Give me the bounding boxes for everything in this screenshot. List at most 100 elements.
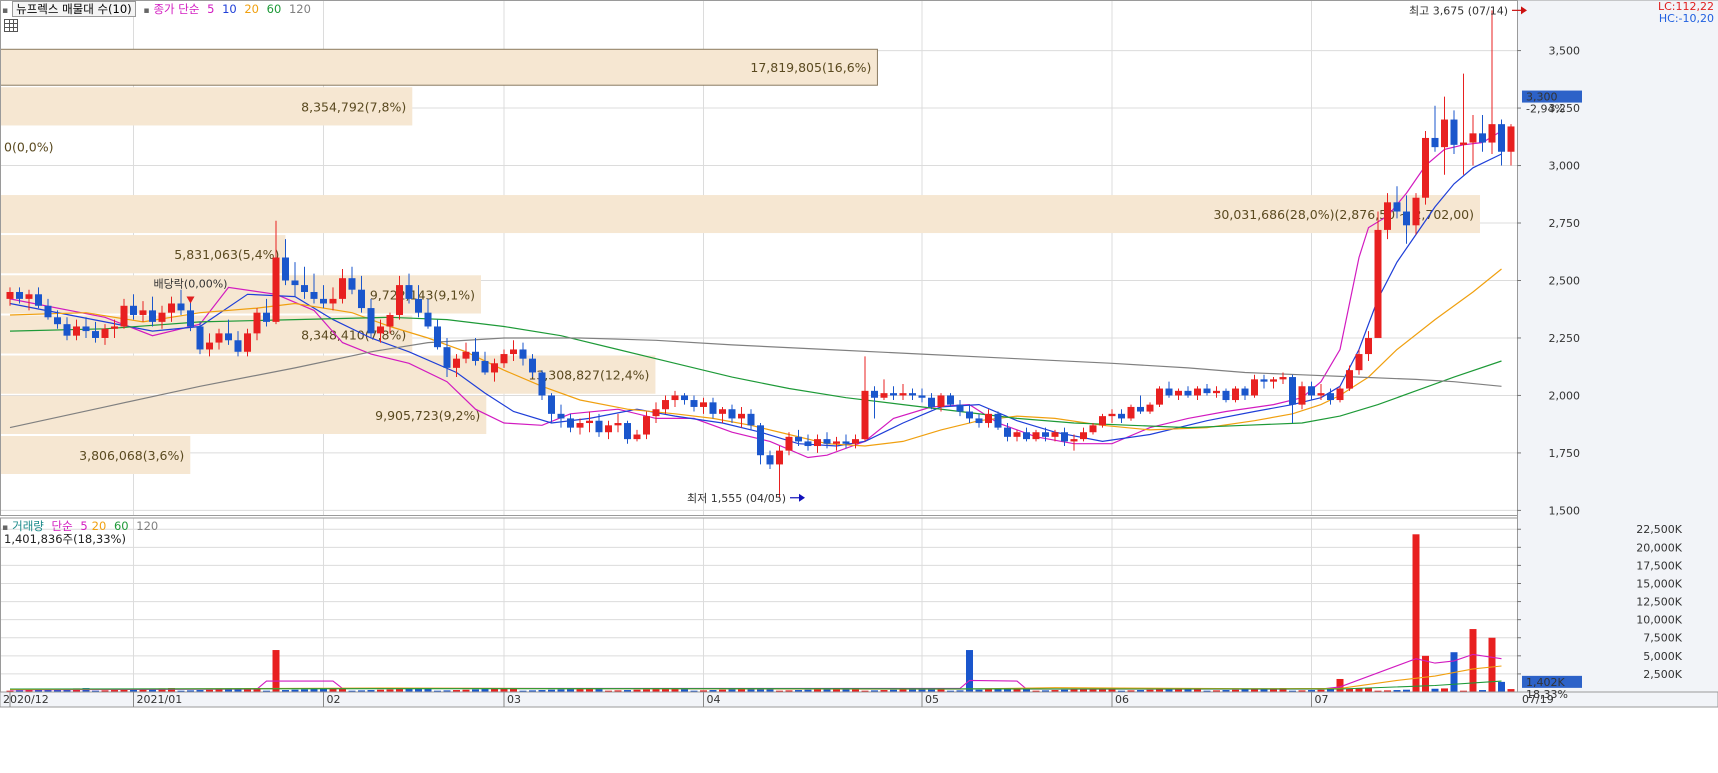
candle-body bbox=[662, 400, 669, 410]
candle-body bbox=[643, 416, 650, 435]
candle-body bbox=[956, 404, 964, 412]
candle-body bbox=[225, 333, 232, 341]
volume-moving-average-lines bbox=[9, 653, 1502, 691]
candle-body bbox=[681, 395, 688, 401]
candle-body bbox=[1051, 432, 1059, 437]
candle-body bbox=[994, 413, 1002, 428]
volume-ma-60-line bbox=[9, 680, 1502, 690]
candle-body bbox=[443, 347, 451, 368]
collapse-box-icon[interactable]: ▪ bbox=[2, 6, 8, 16]
candle-body bbox=[377, 326, 384, 334]
volume-tick-label: 17,500K bbox=[1636, 559, 1682, 572]
candle-body bbox=[652, 409, 660, 417]
indicator-title[interactable]: 뉴프렉스 매물대 수(10) bbox=[12, 1, 136, 17]
candle-body bbox=[1393, 202, 1401, 212]
candle-body bbox=[158, 312, 166, 322]
candle-body bbox=[301, 285, 308, 292]
candle-body bbox=[975, 418, 983, 424]
price-tick-label: 3,000 bbox=[1549, 160, 1581, 173]
table-icon[interactable] bbox=[4, 19, 18, 32]
candle-body bbox=[367, 308, 375, 334]
candle-body bbox=[434, 326, 441, 348]
candle-body bbox=[1298, 386, 1306, 405]
time-tick-label: 05 bbox=[925, 693, 939, 706]
candle-body bbox=[880, 393, 888, 398]
time-axis-panel bbox=[0, 691, 1718, 708]
candle-body bbox=[415, 298, 422, 313]
candle-body bbox=[215, 333, 223, 343]
candle-body bbox=[842, 441, 850, 444]
collapse-box-icon[interactable]: ▪ bbox=[143, 6, 149, 16]
candle-body bbox=[1251, 379, 1258, 396]
candle-body bbox=[329, 298, 337, 304]
ma-60-label: 60 bbox=[266, 2, 282, 16]
candle-body bbox=[177, 303, 185, 311]
candle-body bbox=[92, 331, 99, 338]
candle-body bbox=[263, 312, 270, 322]
price-tick-label: 2,750 bbox=[1549, 217, 1581, 230]
candle-body bbox=[139, 310, 147, 315]
volume-ma-5-line bbox=[9, 653, 1502, 691]
candle-body bbox=[947, 395, 954, 405]
candle-body bbox=[548, 395, 555, 414]
candle-body bbox=[576, 423, 584, 428]
candle-body bbox=[1317, 393, 1325, 396]
candle-body bbox=[291, 280, 299, 286]
candle-body bbox=[168, 303, 175, 313]
candle-body bbox=[918, 395, 926, 398]
candle-body bbox=[396, 285, 403, 315]
candle-body bbox=[861, 390, 869, 440]
vol-ma-120-label: 120 bbox=[136, 519, 159, 533]
candle-body bbox=[1270, 379, 1277, 382]
candle-body bbox=[852, 439, 859, 444]
candle-body bbox=[1184, 390, 1192, 396]
extreme-annotation: 최저 1,555 (04/05) bbox=[687, 492, 786, 505]
stock-chart: 17,819,805(16,6%) 8,354,792(7,8%) 0(0,0%) 3… bbox=[0, 0, 1718, 708]
price-tick-label: 2,000 bbox=[1549, 389, 1581, 402]
volume-profile-label: 30,031,686(28,0%)(2,876,50 ~ 2,702,00) bbox=[1213, 207, 1474, 222]
candle-body bbox=[339, 278, 346, 299]
candle-body bbox=[1374, 229, 1382, 338]
candle-body bbox=[54, 317, 61, 325]
volume-tick-label: 15,000K bbox=[1636, 577, 1682, 590]
candle-body bbox=[1289, 377, 1296, 405]
candle-body bbox=[1431, 137, 1439, 148]
volume-bar bbox=[966, 650, 973, 692]
candle-body bbox=[405, 285, 413, 299]
volume-profile-label: 3,806,068(3,6%) bbox=[79, 448, 184, 463]
candle-body bbox=[1232, 388, 1239, 401]
time-tick-label: 02 bbox=[327, 693, 341, 706]
candle-body bbox=[728, 409, 736, 419]
candle-body bbox=[63, 324, 71, 336]
candle-body bbox=[149, 310, 156, 322]
candle-body bbox=[1412, 197, 1420, 226]
candle-body bbox=[510, 349, 517, 355]
candle-body bbox=[1127, 406, 1135, 419]
candle-body bbox=[890, 393, 897, 396]
candle-body bbox=[1194, 388, 1201, 396]
candle-body bbox=[453, 358, 460, 368]
price-tick-label: 2,250 bbox=[1549, 332, 1581, 345]
volume-bar bbox=[272, 650, 280, 692]
candle-body bbox=[310, 291, 318, 299]
volume-profile-label: 8,354,792(7,8%) bbox=[301, 99, 406, 114]
candle-body bbox=[1460, 142, 1467, 145]
candle-body bbox=[1004, 427, 1011, 437]
candle-body bbox=[928, 397, 935, 407]
candle-body bbox=[187, 310, 194, 327]
price-tick-label: 1,500 bbox=[1549, 504, 1581, 517]
candle-body bbox=[823, 439, 831, 444]
volume-profile-label: 9,905,723(9,2%) bbox=[375, 408, 480, 423]
candle-body bbox=[1013, 432, 1021, 437]
dividend-annotation: 배당락(0,00%) bbox=[154, 277, 228, 290]
candle-body bbox=[500, 354, 508, 364]
candle-body bbox=[491, 363, 498, 373]
candle-body bbox=[1070, 439, 1078, 442]
candle-body bbox=[605, 425, 612, 433]
last-volume-change: 18,33% bbox=[1526, 688, 1568, 701]
candle-body bbox=[358, 289, 365, 309]
volume-ma-20-line bbox=[9, 665, 1502, 691]
candle-body bbox=[44, 305, 52, 318]
candle-body bbox=[1507, 126, 1515, 152]
price-tick-label: 2,500 bbox=[1549, 274, 1581, 287]
